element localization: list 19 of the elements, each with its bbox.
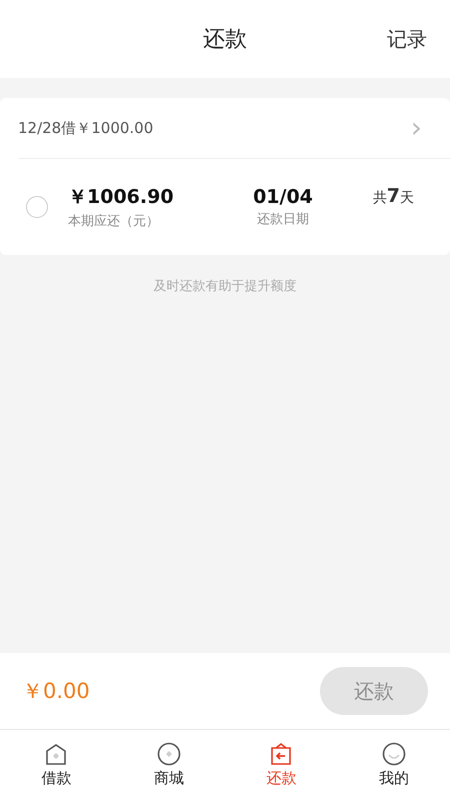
tip-text: 及时还款有助于提升额度: [152, 278, 298, 295]
page-title: 还款: [203, 26, 247, 54]
nav-tab[interactable]: 我的: [338, 730, 450, 800]
total-amount: ￥0.00: [22, 678, 90, 705]
amount-due: ￥1006.90: [68, 185, 175, 210]
amount-label: 本期应还（元）: [68, 213, 160, 230]
due-date: 01/04: [253, 186, 313, 208]
nav-tab[interactable]: 借款: [0, 730, 112, 800]
loan-title: 12/28借￥1000.00: [18, 118, 154, 138]
circle-icon: [156, 742, 181, 766]
nav-tab[interactable]: 商城: [112, 730, 225, 800]
wallet-arrow-icon: [269, 742, 294, 766]
duration-text: 共7天: [372, 190, 414, 206]
house-icon: [44, 742, 68, 766]
nav-tab[interactable]: 还款: [225, 730, 338, 800]
radio-button[interactable]: [26, 196, 48, 218]
smiley-icon: [382, 742, 406, 766]
date-label: 还款日期: [257, 211, 309, 228]
records-link[interactable]: 记录: [382, 26, 432, 52]
